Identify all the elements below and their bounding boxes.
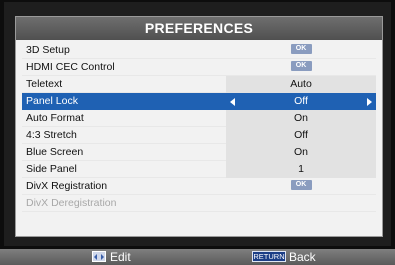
row-blue-screen[interactable]: Blue Screen On (22, 144, 376, 161)
left-right-arrows-icon (92, 251, 106, 262)
footer-hint-bar: Edit RETURN Back (0, 249, 395, 265)
arrow-right-icon[interactable] (367, 98, 372, 106)
arrow-left-icon[interactable] (230, 98, 235, 106)
row-label: Blue Screen (26, 146, 84, 158)
row-divx-registration[interactable]: DivX Registration OK (22, 178, 376, 195)
row-value: Auto (226, 76, 376, 93)
edit-label: Edit (110, 250, 131, 264)
return-key-icon: RETURN (252, 251, 286, 262)
ok-button[interactable]: OK (290, 61, 312, 72)
preferences-list: 3D Setup OK HDMI CEC Control OK Teletext… (22, 42, 376, 212)
row-divx-deregistration: DivX Deregistration (22, 195, 376, 212)
row-side-panel[interactable]: Side Panel 1 (22, 161, 376, 178)
selector-value: Off (294, 95, 308, 107)
row-value: On (226, 144, 376, 161)
row-auto-format[interactable]: Auto Format On (22, 110, 376, 127)
preferences-dialog: PREFERENCES 3D Setup OK HDMI CEC Control… (15, 16, 383, 237)
row-value: Off (226, 127, 376, 144)
row-label: 4:3 Stretch (26, 129, 77, 141)
row-label: Panel Lock (26, 95, 78, 107)
row-label: Side Panel (26, 163, 77, 175)
row-value: 1 (226, 161, 376, 178)
row-value: OK (226, 42, 376, 59)
row-label: DivX Registration (26, 180, 108, 192)
row-label: Auto Format (26, 112, 84, 124)
row-label: HDMI CEC Control (26, 61, 115, 73)
back-label: Back (289, 250, 316, 264)
row-label: 3D Setup (26, 44, 70, 56)
ok-button[interactable]: OK (290, 180, 312, 191)
row-teletext[interactable]: Teletext Auto (22, 76, 376, 93)
row-4-3-stretch[interactable]: 4:3 Stretch Off (22, 127, 376, 144)
row-label: DivX Deregistration (26, 197, 117, 209)
row-hdmi-cec-control[interactable]: HDMI CEC Control OK (22, 59, 376, 76)
row-label: Teletext (26, 78, 63, 90)
dialog-title: PREFERENCES (16, 17, 382, 40)
row-3d-setup[interactable]: 3D Setup OK (22, 42, 376, 59)
row-value: OK (226, 59, 376, 76)
row-panel-lock[interactable]: Panel Lock Off (22, 93, 376, 110)
row-value: On (226, 110, 376, 127)
row-value: Off (226, 93, 376, 110)
row-value: OK (226, 178, 376, 195)
ok-button[interactable]: OK (290, 44, 312, 55)
